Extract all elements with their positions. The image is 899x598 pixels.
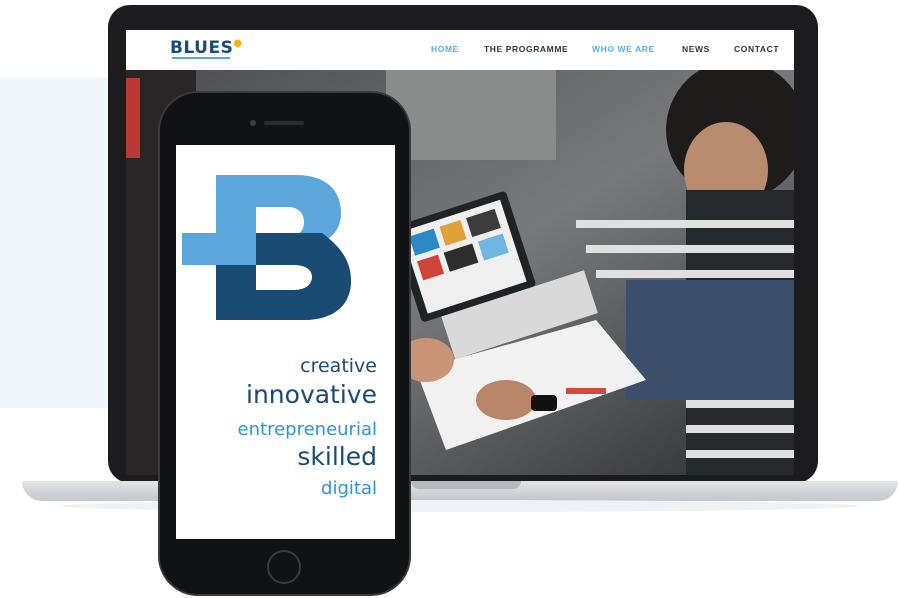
tagline-word-innovative: innovative: [246, 380, 377, 409]
blues-b-logo-icon: [182, 175, 351, 320]
logo-underline: [172, 57, 230, 59]
tagline-word-entrepreneurial: entrepreneurial: [237, 419, 377, 440]
nav-news[interactable]: NEWS: [682, 44, 710, 54]
tagline-word-creative: creative: [300, 355, 377, 377]
logo-text: BLUES: [170, 38, 234, 58]
speaker-grille: [264, 121, 304, 125]
phone-frame: creative innovative entrepreneurial skil…: [158, 91, 411, 596]
tagline-word-skilled: skilled: [297, 442, 377, 471]
nav-contact[interactable]: CONTACT: [734, 44, 779, 54]
nav-the-programme[interactable]: THE PROGRAMME: [484, 44, 568, 54]
laptop-notch: [411, 481, 521, 489]
logo-dot-icon: ●: [233, 38, 243, 49]
nav-who-we-are[interactable]: WHO WE ARE: [592, 44, 655, 54]
tagline-word-digital: digital: [321, 478, 377, 499]
camera-icon: [250, 120, 256, 126]
site-header: BLUES● HOME THE PROGRAMME WHO WE ARE NEW…: [126, 30, 794, 70]
phone-home-button[interactable]: [267, 550, 301, 584]
nav-home[interactable]: HOME: [431, 44, 459, 54]
background-panel: [0, 78, 125, 408]
site-logo[interactable]: BLUES●: [170, 38, 243, 58]
phone-screen: creative innovative entrepreneurial skil…: [176, 145, 395, 539]
